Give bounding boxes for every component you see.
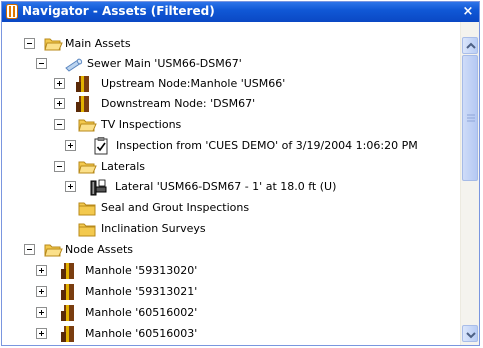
- folder-open-icon: [78, 161, 97, 174]
- tree-node-upstream[interactable]: Upstream Node:Manhole 'USM66': [2, 74, 460, 95]
- tree-node-lateral[interactable]: Lateral 'USM66-DSM67 - 1' at 18.0 ft (U): [2, 177, 460, 198]
- folder-open-icon: [78, 119, 97, 132]
- tree-node-tv-inspections[interactable]: TV Inspections: [2, 115, 460, 136]
- grip-icon: [467, 114, 475, 122]
- expand-toggle[interactable]: [54, 98, 65, 109]
- vertical-scrollbar[interactable]: [460, 22, 479, 345]
- close-button[interactable]: ×: [461, 3, 475, 20]
- tree-node-main-assets[interactable]: Main Assets: [2, 34, 460, 55]
- manhole-icon: [61, 326, 74, 342]
- tree-node-sewer-main[interactable]: Sewer Main 'USM66-DSM67': [2, 54, 460, 75]
- manhole-icon: [61, 305, 74, 321]
- expand-toggle[interactable]: [36, 286, 47, 297]
- navigator-window: Navigator - Assets (Filtered) × Main Ass…: [1, 1, 480, 346]
- expand-toggle[interactable]: [36, 307, 47, 318]
- scroll-down-button[interactable]: [462, 325, 478, 342]
- folder-closed-icon: [78, 202, 96, 216]
- pipe-icon: [65, 58, 83, 72]
- chevron-up-icon: [466, 42, 476, 49]
- chevron-down-icon: [466, 332, 476, 339]
- tree-node-manhole[interactable]: Manhole '59313021': [2, 282, 460, 303]
- folder-closed-icon: [78, 223, 96, 237]
- folder-open-icon: [44, 244, 63, 257]
- tree-node-label: Seal and Grout Inspections: [101, 201, 250, 214]
- collapse-toggle[interactable]: [36, 58, 47, 69]
- collapse-toggle[interactable]: [54, 161, 65, 172]
- collapse-toggle[interactable]: [54, 119, 65, 130]
- collapse-toggle[interactable]: [24, 38, 35, 49]
- tree-node-inclination[interactable]: Inclination Surveys: [2, 219, 460, 240]
- tree-node-manhole[interactable]: Manhole '60516003': [2, 324, 460, 345]
- asset-tree: Main Assets Sewer Main 'USM66-DSM67' Ups…: [2, 22, 460, 345]
- tree-node-label: Manhole '60516002': [85, 306, 198, 319]
- tree-node-label: TV Inspections: [101, 118, 182, 131]
- folder-open-icon: [44, 38, 63, 51]
- lateral-pipe-icon: [90, 179, 107, 196]
- tree-node-label: Lateral 'USM66-DSM67 - 1' at 18.0 ft (U): [115, 180, 337, 193]
- tree-node-label: Sewer Main 'USM66-DSM67': [87, 57, 242, 70]
- tree-node-label: Inclination Surveys: [101, 222, 206, 235]
- tree-node-label: Inspection from 'CUES DEMO' of 3/19/2004…: [116, 139, 418, 152]
- tree-node-label: Manhole '59313021': [85, 285, 198, 298]
- collapse-toggle[interactable]: [24, 244, 35, 255]
- manhole-icon: [61, 263, 74, 279]
- tree-node-label: Manhole '60516003': [85, 327, 198, 340]
- window-title: Navigator - Assets (Filtered): [22, 4, 215, 18]
- tree-node-laterals[interactable]: Laterals: [2, 157, 460, 178]
- tree-node-label: Manhole '59313020': [85, 264, 198, 277]
- expand-toggle[interactable]: [36, 265, 47, 276]
- title-bar: Navigator - Assets (Filtered) ×: [2, 2, 479, 22]
- tree-node-label: Upstream Node:Manhole 'USM66': [101, 77, 286, 90]
- tree-node-seal-grout[interactable]: Seal and Grout Inspections: [2, 198, 460, 219]
- tree-node-manhole[interactable]: Manhole '60516002': [2, 303, 460, 324]
- manhole-icon: [76, 96, 89, 112]
- tree-node-manhole[interactable]: Manhole '59313020': [2, 261, 460, 282]
- scroll-thumb[interactable]: [462, 55, 478, 181]
- tree-node-node-assets[interactable]: Node Assets: [2, 240, 460, 261]
- expand-toggle[interactable]: [65, 181, 76, 192]
- manhole-icon: [61, 284, 74, 300]
- scroll-up-button[interactable]: [462, 37, 478, 54]
- tree-node-inspection[interactable]: Inspection from 'CUES DEMO' of 3/19/2004…: [2, 136, 460, 157]
- navigator-app-icon: [6, 4, 18, 19]
- tree-node-label: Node Assets: [65, 243, 134, 256]
- expand-toggle[interactable]: [54, 78, 65, 89]
- tree-node-label: Main Assets: [65, 37, 131, 50]
- tree-node-label: Downstream Node: 'DSM67': [101, 97, 256, 110]
- tree-node-label: Laterals: [101, 160, 145, 173]
- manhole-icon: [76, 76, 89, 92]
- clipboard-check-icon: [94, 137, 108, 155]
- expand-toggle[interactable]: [36, 328, 47, 339]
- tree-node-downstream[interactable]: Downstream Node: 'DSM67': [2, 94, 460, 115]
- expand-toggle[interactable]: [65, 140, 76, 151]
